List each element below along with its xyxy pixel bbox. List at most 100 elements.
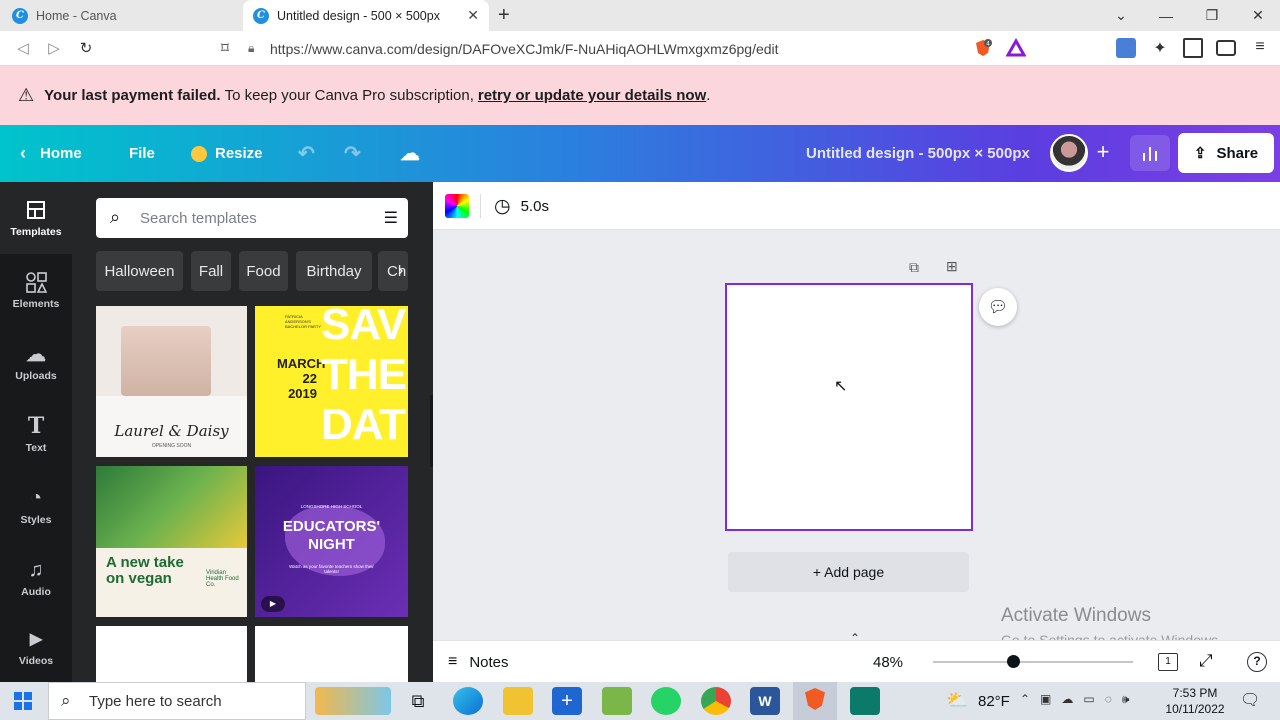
chip-food[interactable]: Food — [239, 251, 288, 291]
vertical-scrollbar[interactable] — [1268, 232, 1280, 624]
redo-icon[interactable]: ↷ — [344, 125, 361, 182]
windows-start-icon[interactable] — [14, 692, 32, 710]
sidebar-icon[interactable] — [1183, 38, 1203, 58]
notification-icon[interactable]: 🗨︎ — [1240, 690, 1260, 710]
duplicate-page-icon[interactable]: ⧉ — [909, 259, 929, 277]
text-icon: T — [27, 413, 45, 439]
back-icon[interactable]: ◁ — [12, 38, 34, 58]
rail-audio[interactable]: ♫ Audio — [0, 542, 72, 614]
add-collaborator-button[interactable]: + — [1094, 141, 1112, 163]
design-title[interactable]: Untitled design - 500px × 500px — [806, 125, 1030, 182]
payment-warning-banner: ⚠ Your last payment failed. To keep your… — [0, 66, 1280, 125]
filter-sliders-icon[interactable]: ☰ — [384, 208, 398, 228]
template-subtitle: Watch as your favorite teachers show the… — [289, 564, 374, 574]
brave-shield-icon[interactable]: 4 — [973, 38, 993, 58]
rail-templates[interactable]: Templates — [0, 182, 72, 254]
wallet-icon[interactable] — [1216, 40, 1236, 56]
banner-end: . — [706, 87, 711, 104]
chip-ch[interactable]: Ch — [378, 251, 408, 291]
uploads-icon: ☁ — [26, 343, 46, 366]
forward-icon[interactable]: ▷ — [43, 38, 65, 58]
page-count-button[interactable]: 1 — [1158, 653, 1178, 671]
translate-extension-icon[interactable] — [1116, 38, 1136, 58]
restore-button[interactable]: ❐ — [1189, 0, 1235, 31]
tab-untitled-design[interactable]: C Untitled design - 500 × 500px ✕ — [243, 0, 489, 31]
clock-icon: ◷ — [494, 195, 511, 217]
zoom-level[interactable]: 48% — [873, 654, 903, 671]
minimize-button[interactable]: — — [1143, 0, 1189, 31]
clock[interactable]: 7:53 PM 10/11/2022 — [1160, 685, 1230, 717]
design-page[interactable] — [725, 283, 973, 531]
file-explorer-icon[interactable] — [503, 687, 533, 715]
taskbar-search-input[interactable]: ⌕ Type here to search — [48, 682, 306, 720]
zoom-slider-thumb[interactable] — [1007, 655, 1020, 668]
rail-styles[interactable]: ◔ Styles — [0, 470, 72, 542]
rail-uploads[interactable]: ☁ Uploads — [0, 326, 72, 398]
cloud-saved-icon[interactable]: ☁ — [400, 125, 420, 182]
template-educators-night[interactable]: LONGSHORE HIGH SCHOOL EDUCATORS' NIGHT W… — [255, 466, 408, 617]
reload-icon[interactable]: ↻ — [75, 38, 97, 58]
template-top-text: LONGSHORE HIGH SCHOOL — [300, 504, 363, 509]
template-blank-1[interactable] — [96, 626, 247, 682]
file-menu-button[interactable]: File — [129, 125, 155, 182]
close-tab-icon[interactable]: ✕ — [467, 7, 479, 24]
rail-videos[interactable]: ▶ Videos — [0, 612, 72, 682]
canva-favicon-icon: C — [12, 7, 28, 24]
add-comment-icon[interactable]: 💬︎ — [979, 288, 1017, 326]
task-view-icon[interactable]: ⧉ — [403, 687, 433, 715]
fullscreen-icon[interactable]: ⤢ — [1199, 651, 1213, 671]
template-vegan[interactable]: A new take on vegan Viridian Health Food… — [96, 466, 247, 617]
insights-button[interactable] — [1130, 135, 1170, 171]
search-templates-input[interactable]: ⌕ Search templates ☰ — [96, 198, 408, 238]
plus-app-icon[interactable]: + — [552, 687, 582, 715]
share-button[interactable]: ⇪ Share — [1178, 133, 1274, 173]
template-blank-2[interactable] — [255, 626, 408, 682]
notes-icon: ≡ — [448, 653, 458, 670]
chip-fall[interactable]: Fall — [191, 251, 231, 291]
undo-icon[interactable]: ↶ — [298, 125, 315, 182]
close-window-button[interactable]: ✕ — [1235, 0, 1280, 31]
crown-icon — [191, 145, 207, 162]
extensions-puzzle-icon[interactable]: ✦ — [1150, 38, 1170, 58]
share-label: Share — [1216, 144, 1259, 162]
avatar[interactable] — [1050, 134, 1088, 172]
bookmark-icon[interactable]: ⌑ — [214, 38, 236, 58]
system-tray-icons[interactable]: ⌃▣☁▭◌🕪︎ — [1020, 692, 1139, 707]
notes-button[interactable]: ≡ Notes — [448, 650, 509, 674]
app-icon[interactable] — [850, 687, 880, 715]
word-icon[interactable]: W — [750, 687, 780, 715]
retry-payment-link[interactable]: retry or update your details now — [478, 87, 706, 104]
resize-button[interactable]: Resize — [191, 125, 263, 182]
whatsapp-icon[interactable] — [651, 687, 681, 715]
tab-search-chevron-icon[interactable]: ⌄ — [1098, 0, 1144, 31]
template-laurel-daisy[interactable]: Laurel & Daisy OPENING SOON — [96, 306, 247, 457]
add-page-icon[interactable]: ⊞ — [946, 258, 966, 276]
chrome-icon[interactable] — [701, 687, 731, 715]
url-field[interactable]: 🔒︎ https://www.canva.com/design/DAFOveXC… — [248, 36, 964, 61]
expand-pages-chevron-icon[interactable]: ⌃ — [850, 631, 860, 645]
duration-button[interactable]: ◷ 5.0s — [494, 194, 549, 218]
brave-rewards-icon[interactable] — [1006, 38, 1026, 58]
help-icon[interactable]: ? — [1247, 652, 1267, 672]
rail-text[interactable]: T Text — [0, 398, 72, 470]
notepad-icon[interactable] — [602, 687, 632, 715]
weather-icon[interactable]: ⛅ — [946, 690, 968, 711]
brave-taskbar-active[interactable] — [793, 682, 837, 720]
add-page-button[interactable]: + Add page — [728, 552, 969, 592]
edge-icon[interactable] — [453, 687, 483, 715]
zoom-slider-track[interactable] — [933, 661, 1133, 663]
weather-temp[interactable]: 82°F — [978, 693, 1010, 710]
chip-halloween[interactable]: Halloween — [96, 251, 183, 291]
template-save-the-date[interactable]: PATRICIA ANDERSON'S BACHELOR PARTY MARCH… — [255, 306, 408, 457]
chip-birthday[interactable]: Birthday — [296, 251, 372, 291]
chip-scroll-right-icon[interactable]: › — [398, 262, 403, 280]
search-highlight-icon — [315, 687, 391, 715]
color-picker-icon[interactable] — [445, 194, 469, 218]
template-title: SAVE THE DATE — [321, 306, 408, 449]
browser-menu-icon[interactable]: ≡ — [1250, 38, 1270, 58]
tab-home-canva[interactable]: C Home - Canva — [12, 0, 240, 31]
soap-image — [121, 326, 211, 396]
home-button[interactable]: ‹ Home — [20, 125, 82, 182]
rail-elements[interactable]: Elements — [0, 254, 72, 326]
new-tab-button[interactable]: + — [498, 5, 510, 25]
